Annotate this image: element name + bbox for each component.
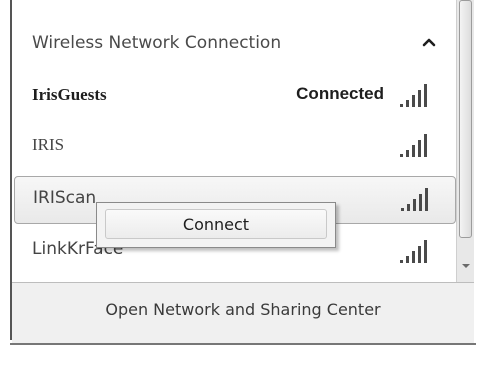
footer: Open Network and Sharing Center xyxy=(12,283,474,343)
network-name: IRIS xyxy=(32,135,65,154)
chevron-up-icon[interactable] xyxy=(422,35,436,51)
signal-strength-icon xyxy=(401,188,428,211)
open-network-sharing-center-link[interactable]: Open Network and Sharing Center xyxy=(12,300,474,319)
network-name: IrisGuests xyxy=(32,85,107,104)
vertical-scrollbar[interactable] xyxy=(456,0,474,282)
panel-bottom-border xyxy=(10,343,476,345)
signal-strength-icon xyxy=(400,240,427,263)
section-header-wireless[interactable]: Wireless Network Connection xyxy=(12,22,454,68)
scrollbar-thumb[interactable] xyxy=(459,0,472,238)
scroll-down-icon[interactable] xyxy=(461,262,471,270)
connect-label: Connect xyxy=(182,215,250,234)
signal-strength-icon xyxy=(400,84,427,107)
context-menu: Connect xyxy=(96,202,336,248)
network-item-iris[interactable]: IRIS xyxy=(12,122,454,170)
network-name: IRIScan xyxy=(33,188,97,208)
section-title: Wireless Network Connection xyxy=(32,33,282,53)
connection-status: Connected xyxy=(296,84,384,103)
network-item-irisguests[interactable]: IrisGuests Connected xyxy=(12,72,454,120)
connect-menu-item[interactable]: Connect xyxy=(105,209,327,239)
signal-strength-icon xyxy=(400,134,427,157)
